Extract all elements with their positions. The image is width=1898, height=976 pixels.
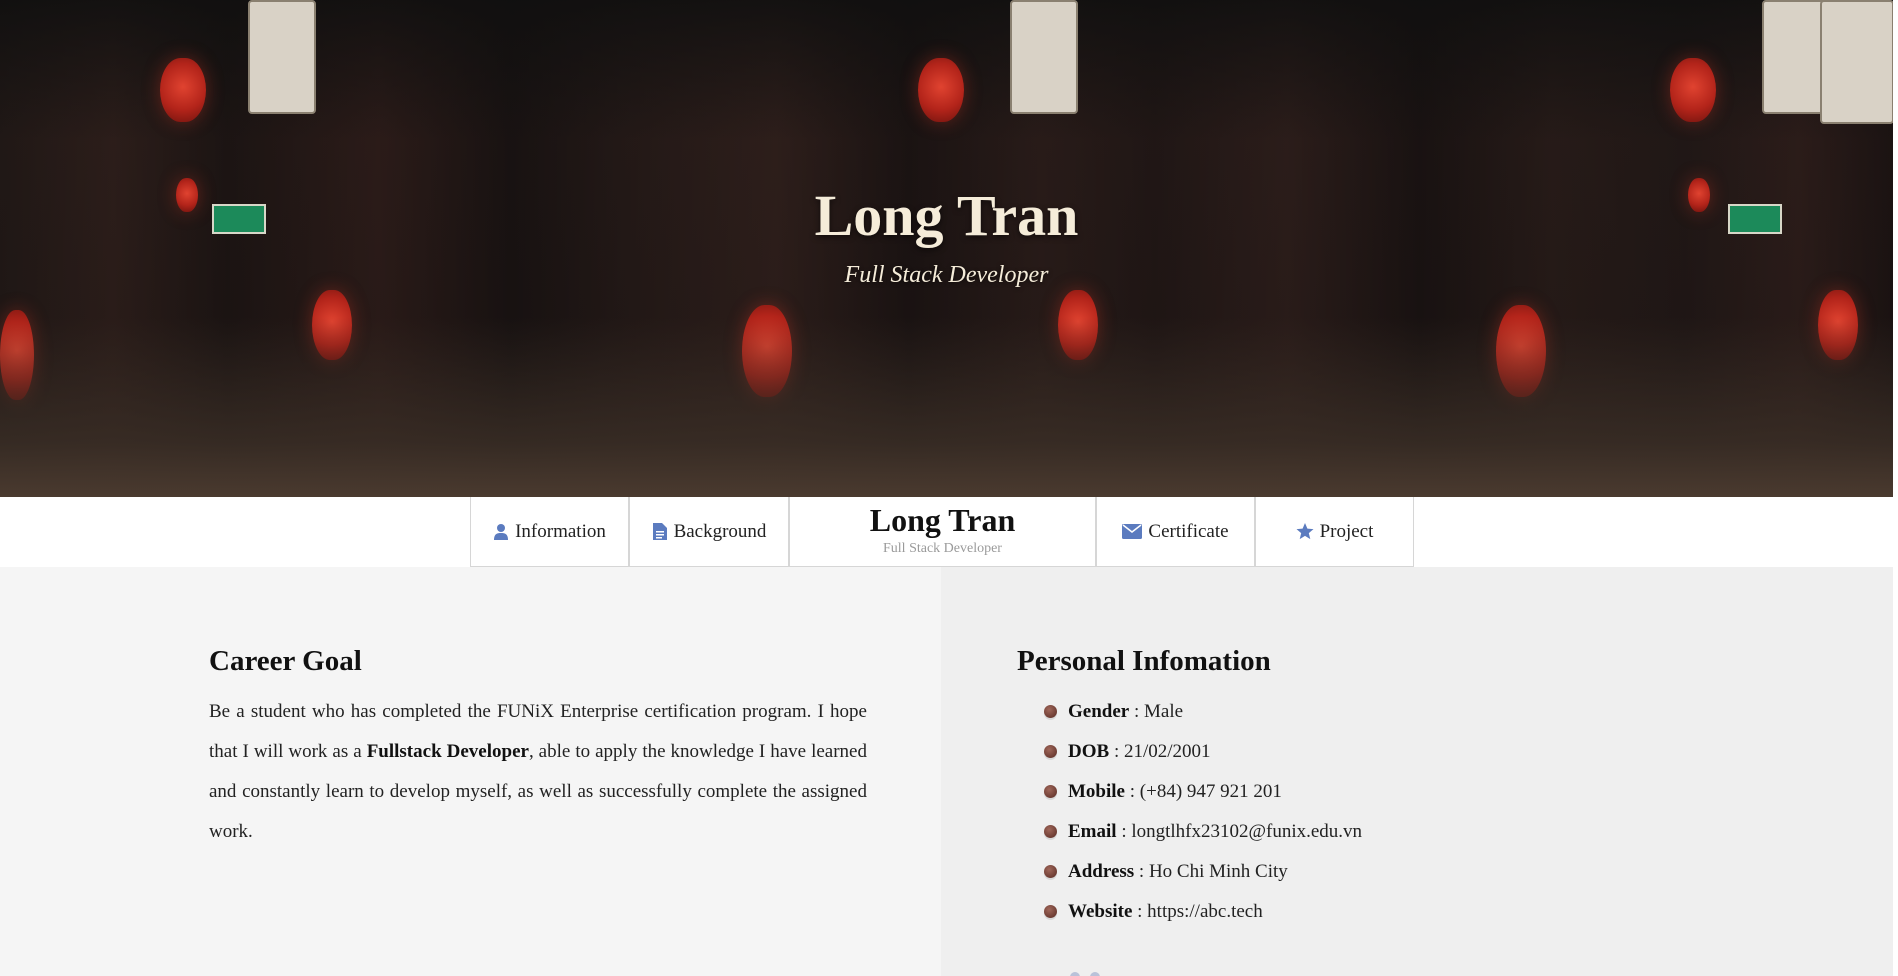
info-value: longtlhfx23102@funix.edu.vn bbox=[1131, 821, 1363, 842]
personal-info-list: Gender : Male DOB : 21/02/2001 Mobile : … bbox=[1042, 692, 1362, 932]
bullet-icon bbox=[1044, 905, 1057, 918]
info-label: DOB bbox=[1068, 741, 1110, 762]
bullet-icon bbox=[1044, 785, 1057, 798]
bullet-icon bbox=[1044, 865, 1057, 878]
star-icon bbox=[1296, 523, 1314, 540]
hero-banner: Long Tran Full Stack Developer bbox=[0, 0, 1893, 497]
nav-item-label: Project bbox=[1319, 520, 1374, 542]
nav-item-background[interactable]: Background bbox=[629, 497, 789, 567]
nav-item-project[interactable]: Project bbox=[1255, 497, 1414, 567]
lantern-decoration bbox=[1670, 58, 1716, 122]
career-goal-heading: Career Goal bbox=[209, 645, 362, 677]
info-value: (+84) 947 921 201 bbox=[1139, 781, 1282, 802]
user-icon bbox=[493, 523, 509, 541]
bullet-icon bbox=[1044, 825, 1057, 838]
hero-name: Long Tran bbox=[814, 183, 1079, 248]
lantern-decoration bbox=[918, 58, 964, 122]
shop-sign-decoration bbox=[248, 0, 316, 114]
list-item: Mobile : (+84) 947 921 201 bbox=[1042, 772, 1362, 812]
partial-glyph bbox=[1090, 972, 1100, 976]
partial-glyph bbox=[1070, 972, 1080, 976]
list-item: Website : https://abc.tech bbox=[1042, 892, 1362, 932]
shop-sign-decoration bbox=[1820, 0, 1893, 124]
bullet-icon bbox=[1044, 745, 1057, 758]
nav-item-certificate[interactable]: Certificate bbox=[1096, 497, 1255, 567]
main-nav: Information Background Long Tran Full St… bbox=[0, 497, 1893, 567]
career-goal-section: Career Goal Be a student who has complet… bbox=[0, 567, 941, 976]
nav-brand[interactable]: Long Tran Full Stack Developer bbox=[789, 497, 1096, 567]
career-highlight: Fullstack Developer bbox=[366, 741, 529, 762]
personal-info-heading: Personal Infomation bbox=[1017, 645, 1271, 677]
nav-item-label: Background bbox=[673, 520, 767, 542]
info-label: Website bbox=[1068, 901, 1133, 922]
info-label: Email bbox=[1068, 821, 1117, 842]
personal-info-section: Personal Infomation Gender : Male DOB : … bbox=[941, 567, 1893, 976]
bullet-icon bbox=[1044, 705, 1057, 718]
hero-role: Full Stack Developer bbox=[844, 262, 1049, 288]
list-item: Address : Ho Chi Minh City bbox=[1042, 852, 1362, 892]
info-label: Mobile bbox=[1068, 781, 1125, 802]
nav-item-information[interactable]: Information bbox=[470, 497, 629, 567]
list-item: DOB : 21/02/2001 bbox=[1042, 732, 1362, 772]
info-label: Gender bbox=[1068, 701, 1130, 722]
brand-name: Long Tran bbox=[869, 502, 1016, 538]
alley-floor bbox=[0, 317, 1893, 497]
nav-item-label: Certificate bbox=[1148, 520, 1229, 542]
info-value: Male bbox=[1144, 701, 1184, 722]
list-item: Gender : Male bbox=[1042, 692, 1362, 732]
shop-sign-decoration bbox=[1010, 0, 1078, 114]
info-value: Ho Chi Minh City bbox=[1148, 861, 1288, 882]
nav-item-label: Information bbox=[515, 520, 606, 542]
career-goal-text: Be a student who has completed the FUNiX… bbox=[209, 692, 867, 852]
cut-off-list-item bbox=[1042, 951, 1102, 976]
lantern-decoration bbox=[160, 58, 206, 122]
brand-tagline: Full Stack Developer bbox=[883, 541, 1002, 556]
document-icon bbox=[652, 522, 668, 541]
info-value: 21/02/2001 bbox=[1123, 741, 1211, 762]
envelope-icon bbox=[1122, 524, 1143, 539]
info-label: Address bbox=[1068, 861, 1135, 882]
list-item: Email : longtlhfx23102@funix.edu.vn bbox=[1042, 812, 1362, 852]
info-value: https://abc.tech bbox=[1147, 901, 1263, 922]
